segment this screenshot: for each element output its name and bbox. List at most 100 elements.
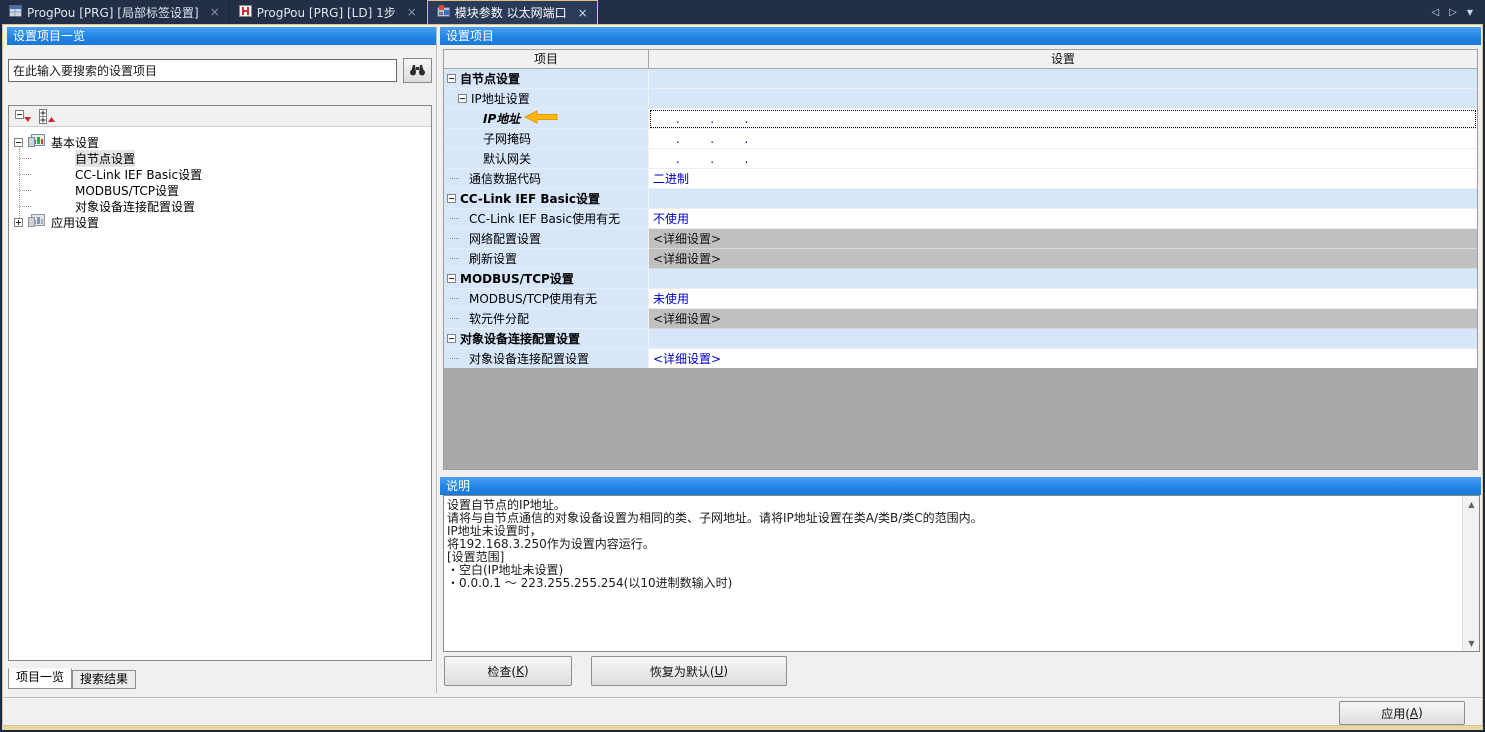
tree-item-label: 对象设备连接配置设置 — [75, 198, 195, 215]
modbus-use-value-cell[interactable]: 未使用 — [649, 289, 1477, 309]
tree-stub — [450, 218, 459, 219]
expand-all-icon[interactable] — [38, 108, 56, 124]
collapse-expander-icon[interactable] — [447, 194, 456, 203]
module-param-icon — [437, 5, 450, 20]
tree-item-cclink-ief-basic[interactable]: CC-Link IEF Basic设置 — [9, 166, 431, 182]
row-ip-address: IP地址 . . . — [444, 109, 1477, 129]
tree-item-self-node[interactable]: 自节点设置 — [9, 150, 431, 166]
ip-address-pointer-arrow — [524, 110, 558, 127]
row-cclink-use: CC-Link IEF Basic使用有无 不使用 — [444, 209, 1477, 229]
tree-item-modbus-tcp[interactable]: MODBUS/TCP设置 — [9, 182, 431, 198]
tree-item-label: CC-Link IEF Basic设置 — [75, 166, 202, 183]
button-mnemonic: U — [715, 664, 724, 678]
tab-progpou-label-editor[interactable]: ProgPou [PRG] [局部标签设置] × — [0, 0, 230, 24]
prev-tab-icon[interactable]: ◁ — [1431, 7, 1439, 18]
tree-item-label: MODBUS/TCP设置 — [75, 182, 179, 199]
button-label: ) — [1418, 706, 1423, 720]
row-modbus-group: MODBUS/TCP设置 — [444, 269, 1477, 289]
collapse-expander-icon[interactable] — [14, 138, 23, 147]
row-label: MODBUS/TCP设置 — [460, 270, 574, 287]
row-ip-address-group: IP地址设置 — [444, 89, 1477, 109]
row-subnet-mask: 子网掩码 . . . — [444, 129, 1477, 149]
collapse-all-icon[interactable] — [14, 108, 32, 124]
binoculars-icon — [409, 63, 426, 79]
left-panel-bottom-tabs: 项目一览 搜索结果 — [8, 668, 136, 689]
button-label: ) — [524, 664, 529, 678]
check-button[interactable]: 检查(K) — [444, 656, 572, 686]
subnet-mask-value-cell[interactable]: . . . — [649, 129, 1477, 149]
tree-stub — [450, 318, 459, 319]
tab-nav-controls: ◁ ▷ ▼ — [1419, 0, 1485, 24]
button-mnemonic: K — [516, 664, 524, 678]
description-line: [设置范围] — [447, 551, 1459, 564]
label-editor-icon — [9, 5, 22, 20]
device-assignment-value-cell[interactable]: <详细设置> — [649, 309, 1477, 329]
tab-list-menu-icon[interactable]: ▼ — [1467, 8, 1473, 17]
scroll-up-icon[interactable]: ▲ — [1463, 496, 1480, 512]
tree-item-application-settings[interactable]: 应用设置 — [9, 214, 431, 230]
ladder-icon — [239, 5, 252, 20]
row-value — [649, 269, 1477, 289]
collapse-expander-icon[interactable] — [458, 94, 467, 103]
row-comm-data-code: 通信数据代码 二进制 — [444, 169, 1477, 189]
module-parameter-window: 设置项目一览 基本设置 自节点 — [2, 24, 1483, 726]
tab-progpou-ld[interactable]: ProgPou [PRG] [LD] 1步 × — [230, 0, 427, 24]
settings-table: 项目 设置 自节点设置 IP地址设置 IP地址 . . . 子网掩码 . — [443, 49, 1478, 369]
row-label: 刷新设置 — [462, 250, 517, 267]
row-label: 默认网关 — [483, 150, 531, 167]
tab-search-result[interactable]: 搜索结果 — [72, 670, 136, 689]
basic-settings-icon — [28, 134, 46, 151]
search-button[interactable] — [403, 58, 432, 83]
panel-splitter[interactable] — [436, 27, 437, 693]
refresh-setting-value-cell[interactable]: <详细设置> — [649, 249, 1477, 269]
tree-item-external-device-config[interactable]: 对象设备连接配置设置 — [9, 198, 431, 214]
tab-item-list[interactable]: 项目一览 — [8, 668, 72, 689]
setting-item-caption: 设置项目 — [440, 27, 1481, 45]
expand-expander-icon[interactable] — [14, 218, 23, 227]
close-icon[interactable]: × — [407, 5, 417, 19]
table-header-row: 项目 设置 — [444, 50, 1477, 69]
window-gold-border — [2, 726, 1483, 730]
basic-settings-children: 自节点设置 CC-Link IEF Basic设置 MODBUS/TCP设置 对… — [9, 150, 431, 214]
tree-body: 基本设置 自节点设置 CC-Link IEF Basic设置 MODBUS/TC… — [9, 127, 431, 230]
tab-label: ProgPou [PRG] [LD] 1步 — [257, 4, 396, 21]
scroll-down-icon[interactable]: ▼ — [1463, 635, 1480, 651]
default-gateway-value-cell[interactable]: . . . — [649, 149, 1477, 169]
close-icon[interactable]: × — [210, 5, 220, 19]
cclink-use-value-cell[interactable]: 不使用 — [649, 209, 1477, 229]
network-config-value-cell[interactable]: <详细设置> — [649, 229, 1477, 249]
tree-stub — [450, 358, 459, 359]
row-label: CC-Link IEF Basic设置 — [460, 190, 600, 207]
row-cclink-group: CC-Link IEF Basic设置 — [444, 189, 1477, 209]
tab-module-parameter-ethernet[interactable]: 模块参数 以太网端口 × — [427, 0, 598, 24]
button-label: 恢复为默认( — [650, 663, 715, 680]
setting-item-tree: 基本设置 自节点设置 CC-Link IEF Basic设置 MODBUS/TC… — [8, 105, 432, 661]
row-label: IP地址设置 — [471, 90, 530, 107]
row-device-assignment: 软元件分配 <详细设置> — [444, 309, 1477, 329]
tree-item-label: 应用设置 — [51, 214, 99, 231]
next-tab-icon[interactable]: ▷ — [1449, 7, 1457, 18]
button-mnemonic: A — [1410, 706, 1418, 720]
description-line: 请将与自节点通信的对象设备设置为相同的类、子网地址。请将IP地址设置在类A/类B… — [447, 512, 1459, 525]
apply-button[interactable]: 应用(A) — [1339, 701, 1465, 725]
column-header-setting: 设置 — [649, 50, 1477, 69]
button-label: ) — [723, 664, 728, 678]
tree-stub — [450, 258, 459, 259]
comm-data-code-value-cell[interactable]: 二进制 — [649, 169, 1477, 189]
tree-item-basic-settings[interactable]: 基本设置 — [9, 134, 431, 150]
column-header-item: 项目 — [444, 50, 649, 69]
description-scrollbar[interactable]: ▲ ▼ — [1462, 496, 1479, 651]
close-icon[interactable]: × — [578, 6, 588, 20]
collapse-expander-icon[interactable] — [447, 274, 456, 283]
tree-item-label: 自节点设置 — [75, 150, 135, 167]
tab-label: 模块参数 以太网端口 — [455, 4, 567, 21]
collapse-expander-icon[interactable] — [447, 74, 456, 83]
ip-address-value-cell[interactable]: . . . — [649, 109, 1477, 129]
search-input[interactable] — [8, 59, 397, 82]
restore-default-button[interactable]: 恢复为默认(U) — [591, 656, 787, 686]
row-label: 软元件分配 — [462, 310, 529, 327]
collapse-expander-icon[interactable] — [447, 334, 456, 343]
row-label: MODBUS/TCP使用有无 — [462, 290, 597, 307]
external-device-setting-value-cell[interactable]: <详细设置> — [649, 349, 1477, 369]
row-label: 自节点设置 — [460, 70, 520, 87]
